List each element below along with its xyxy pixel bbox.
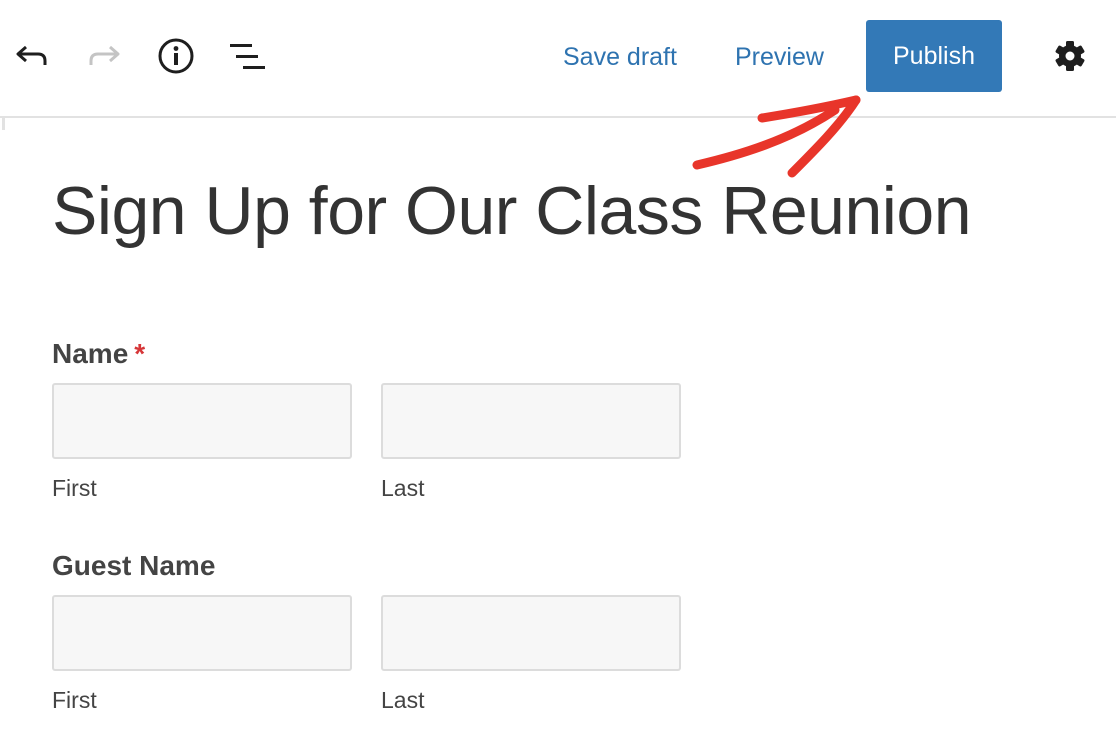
redo-icon: [86, 41, 122, 71]
name-last-input[interactable]: [381, 383, 681, 459]
outline-button[interactable]: [228, 36, 268, 76]
undo-icon: [14, 41, 50, 71]
editor-toolbar: Save draft Preview Publish: [0, 0, 1116, 118]
guest-name-field-label: Guest Name: [52, 550, 215, 582]
info-icon: [157, 37, 195, 75]
gear-icon: [1053, 39, 1087, 73]
name-label-text: Name: [52, 338, 129, 369]
guest-last-sublabel: Last: [381, 687, 425, 713]
list-outline-icon: [228, 39, 268, 73]
guest-first-input[interactable]: [52, 595, 352, 671]
name-first-input[interactable]: [52, 383, 352, 459]
info-button[interactable]: [156, 36, 196, 76]
required-asterisk: *: [134, 338, 146, 369]
page-title[interactable]: Sign Up for Our Class Reunion: [52, 172, 972, 250]
guest-last-input[interactable]: [381, 595, 681, 671]
undo-button[interactable]: [12, 36, 52, 76]
name-first-sublabel: First: [52, 475, 97, 501]
settings-button[interactable]: [1050, 36, 1090, 76]
name-field-label: Name *: [52, 338, 145, 370]
block-edge-marker: [2, 116, 5, 130]
name-last-sublabel: Last: [381, 475, 425, 501]
guest-name-label-text: Guest Name: [52, 550, 216, 581]
redo-button[interactable]: [84, 36, 124, 76]
preview-button[interactable]: Preview: [735, 40, 824, 74]
guest-first-sublabel: First: [52, 687, 97, 713]
save-draft-button[interactable]: Save draft: [563, 40, 677, 74]
publish-button[interactable]: Publish: [866, 20, 1002, 92]
